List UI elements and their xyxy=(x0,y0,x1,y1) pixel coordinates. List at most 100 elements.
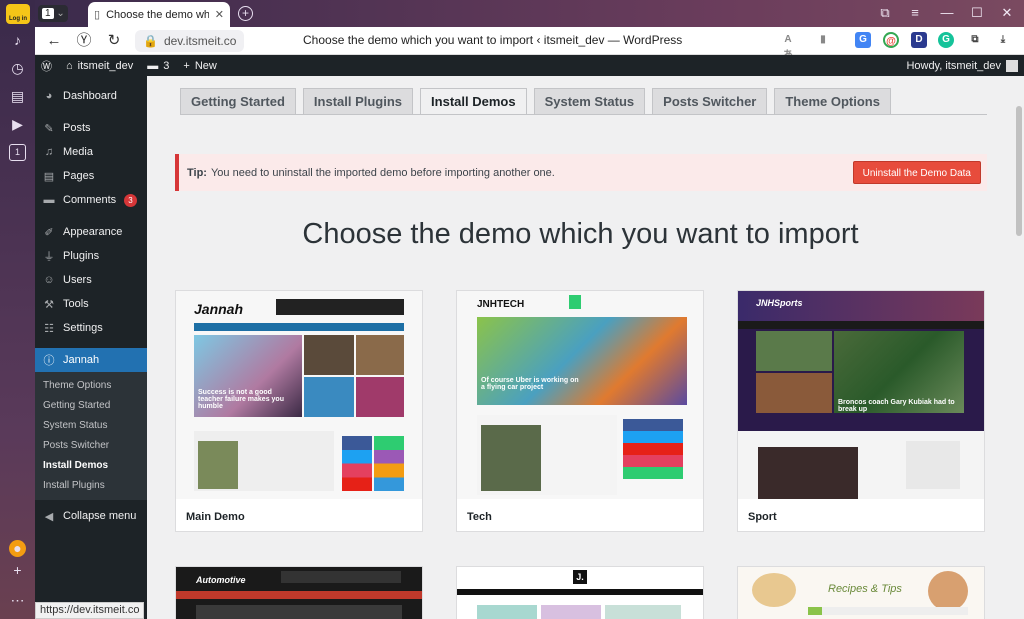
menu-dashboard[interactable]: ◕ Dashboard xyxy=(35,84,147,108)
submenu-theme-options[interactable]: Theme Options xyxy=(35,376,147,396)
site-name: itsmeit_dev xyxy=(77,59,134,72)
menu-label: Tools xyxy=(63,298,89,310)
tab-getting-started[interactable]: Getting Started xyxy=(180,88,296,114)
collections-window-icon[interactable]: ⧉ xyxy=(874,4,896,22)
minimize-icon[interactable]: — xyxy=(936,4,958,22)
comments-link[interactable]: ▬ 3 xyxy=(147,60,169,72)
menu-comments[interactable]: ▬ Comments 3 xyxy=(35,188,147,212)
wordpress-logo-icon[interactable]: Ⓦ xyxy=(41,58,52,74)
grammarly-icon[interactable]: G xyxy=(938,32,954,48)
d-ext-icon[interactable]: D xyxy=(911,32,927,48)
add-icon[interactable]: + xyxy=(9,562,26,579)
tab-theme-options[interactable]: Theme Options xyxy=(774,88,891,114)
play-icon[interactable]: ▶ xyxy=(9,116,26,133)
page-title-display: Choose the demo which you want to import… xyxy=(303,33,683,47)
demo-card-minimal[interactable]: J. xyxy=(456,566,704,619)
demo-headline: Broncos coach Gary Kubiak had to break u… xyxy=(838,399,955,413)
menu-users[interactable]: ☺ Users xyxy=(35,268,147,292)
demo-thumbnail: Recipes & Tips xyxy=(738,567,984,619)
demo-logo: Recipes & Tips xyxy=(828,583,902,595)
menu-icon[interactable]: ≡ xyxy=(904,4,926,22)
menu-label: Pages xyxy=(63,170,95,182)
browser-sidebar: Log in ♪ ◷ ▤ ▶ 1 ● + ⋯ xyxy=(0,0,35,619)
assistant-icon[interactable]: ● xyxy=(9,540,26,557)
more-icon[interactable]: ⋯ xyxy=(9,592,26,609)
tab-install-demos[interactable]: Install Demos xyxy=(420,88,527,114)
extensions-icon[interactable]: ⧉ xyxy=(967,32,983,48)
page-icon: ▤ xyxy=(43,170,55,183)
avatar xyxy=(1006,59,1018,72)
url-field[interactable]: 🔒 dev.itsmeit.co xyxy=(135,29,245,52)
site-name-link[interactable]: ⌂ itsmeit_dev xyxy=(66,60,133,72)
close-window-icon[interactable]: ✕ xyxy=(996,4,1018,22)
demo-card-recipes[interactable]: Recipes & Tips xyxy=(737,566,985,619)
tab-group-button[interactable]: 1 ⌄ xyxy=(38,5,68,22)
tabs-divider xyxy=(180,114,987,115)
howdy-text: Howdy, itsmeit_dev xyxy=(906,59,1001,72)
settings-icon: ☷ xyxy=(44,322,54,335)
menu-jannah[interactable]: ⓘ Jannah xyxy=(35,348,147,372)
reload-icon[interactable]: ↻ xyxy=(103,30,125,52)
dashboard-icon: ◕ xyxy=(45,90,53,102)
menu-media[interactable]: ♫ Media xyxy=(35,140,147,164)
yandex-icon[interactable]: Ⓨ xyxy=(73,30,95,52)
menu-posts[interactable]: ✎ Posts xyxy=(35,116,147,140)
download-icon[interactable]: ⤓ xyxy=(995,32,1011,48)
new-tab-button[interactable]: + xyxy=(238,6,253,21)
menu-pages[interactable]: ▤ Pages xyxy=(35,164,147,188)
demo-thumbnail: J. xyxy=(457,567,703,619)
comments-badge: 3 xyxy=(124,193,137,207)
page-scrollbar[interactable] xyxy=(1014,76,1024,619)
bell-icon[interactable]: ♪ xyxy=(9,32,26,49)
uninstall-demo-button[interactable]: Uninstall the Demo Data xyxy=(852,161,981,184)
pin-icon: ✎ xyxy=(44,122,54,135)
tab-install-plugins[interactable]: Install Plugins xyxy=(302,88,414,114)
wp-admin-bar: Ⓦ ⌂ itsmeit_dev ▬ 3 + New Howdy, itsmeit_de… xyxy=(35,55,1024,76)
tab-title: Choose the demo which y xyxy=(106,8,209,21)
demo-card-automotive[interactable]: Automotive xyxy=(175,566,423,619)
plug-icon: ⏚ xyxy=(43,251,55,263)
menu-label: Posts xyxy=(63,122,91,134)
scrollbar-thumb[interactable] xyxy=(1016,106,1022,236)
demo-card-main[interactable]: Jannah Success is not a good teacher fai… xyxy=(175,290,423,532)
maximize-icon[interactable]: ☐ xyxy=(966,4,988,22)
submenu-install-demos[interactable]: Install Demos xyxy=(35,456,147,476)
demo-headline: Of course Uber is working on a flying ca… xyxy=(481,377,579,391)
submenu-install-plugins[interactable]: Install Plugins xyxy=(35,476,147,496)
close-tab-icon[interactable]: ✕ xyxy=(215,8,224,21)
google-translate-icon[interactable]: G xyxy=(855,32,871,48)
tab-system-status[interactable]: System Status xyxy=(533,88,646,114)
collapse-menu-button[interactable]: ◀ Collapse menu xyxy=(35,504,147,528)
chrome-ext-icon[interactable]: @ xyxy=(883,32,899,48)
submenu-posts-switcher[interactable]: Posts Switcher xyxy=(35,436,147,456)
tab-posts-switcher[interactable]: Posts Switcher xyxy=(652,88,768,114)
demo-name: Main Demo xyxy=(186,511,245,523)
collections-icon[interactable]: ▤ xyxy=(9,88,26,105)
submenu-system-status[interactable]: System Status xyxy=(35,416,147,436)
new-content-link[interactable]: + New xyxy=(183,60,216,72)
tab-counter-icon[interactable]: 1 xyxy=(9,144,26,161)
account-menu[interactable]: Howdy, itsmeit_dev xyxy=(906,59,1018,72)
submenu-getting-started[interactable]: Getting Started xyxy=(35,396,147,416)
translate-icon[interactable]: Aあ xyxy=(780,32,796,61)
login-button[interactable]: Log in xyxy=(6,4,30,24)
demo-card-tech[interactable]: JNHTECH Of course Uber is working on a f… xyxy=(456,290,704,532)
demo-thumbnail: Jannah Success is not a good teacher fai… xyxy=(176,291,422,499)
menu-appearance[interactable]: ✐ Appearance xyxy=(35,220,147,244)
browser-tab[interactable]: ▯ Choose the demo which y ✕ xyxy=(88,2,230,27)
menu-label: Jannah xyxy=(63,354,100,366)
menu-label: Users xyxy=(63,274,92,286)
bookmark-icon[interactable]: ▮ xyxy=(815,32,831,48)
menu-label: Appearance xyxy=(63,226,123,238)
demo-name: Tech xyxy=(467,511,492,523)
menu-settings[interactable]: ☷ Settings xyxy=(35,316,147,340)
brush-icon: ✐ xyxy=(44,226,54,239)
url-text: dev.itsmeit.co xyxy=(163,33,237,48)
page-favicon-icon: ▯ xyxy=(94,9,101,21)
menu-plugins[interactable]: ⏚ Plugins xyxy=(35,244,147,268)
demo-card-sport[interactable]: JNHSports Broncos coach Gary Kubiak had … xyxy=(737,290,985,532)
demo-thumbnail: JNHTECH Of course Uber is working on a f… xyxy=(457,291,703,499)
menu-tools[interactable]: ⚒ Tools xyxy=(35,292,147,316)
history-icon[interactable]: ◷ xyxy=(9,60,26,77)
back-icon[interactable]: ← xyxy=(43,30,65,52)
